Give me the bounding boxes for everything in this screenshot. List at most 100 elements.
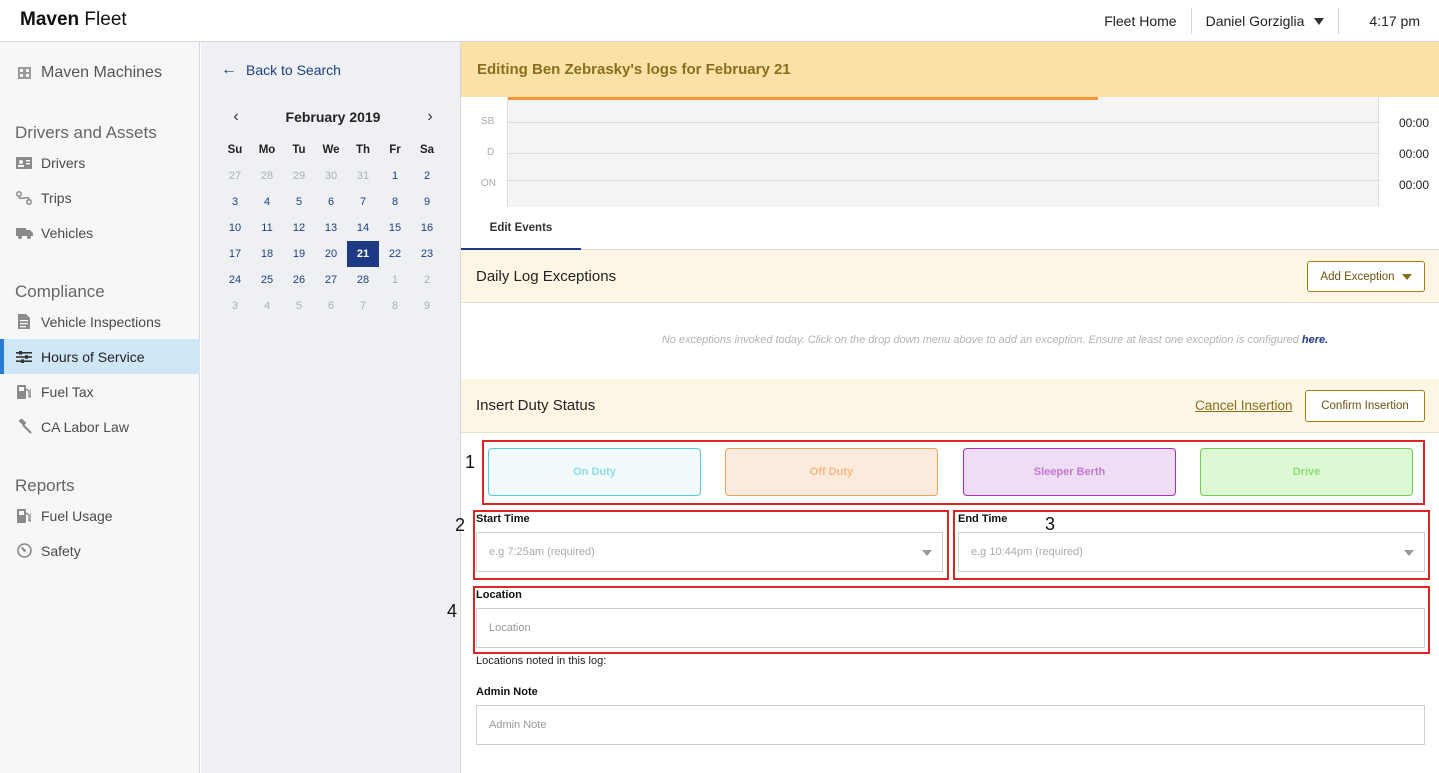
arrow-left-icon: ← xyxy=(221,61,237,78)
calendar-day[interactable]: 28 xyxy=(347,267,379,293)
sidebar-item-fuel-usage[interactable]: Fuel Usage xyxy=(0,498,200,533)
cancel-insertion-link[interactable]: Cancel Insertion xyxy=(1195,398,1293,413)
calendar-day[interactable]: 19 xyxy=(283,241,315,267)
calendar-day[interactable]: 14 xyxy=(347,215,379,241)
sidebar-item-vehicle-inspections[interactable]: Vehicle Inspections xyxy=(0,304,200,339)
back-to-search-link[interactable]: ← Back to Search xyxy=(221,61,341,79)
calendar-day[interactable]: 6 xyxy=(315,189,347,215)
calendar-day[interactable]: 8 xyxy=(379,189,411,215)
calendar-day[interactable]: 24 xyxy=(219,267,251,293)
fleet-home-link[interactable]: Fleet Home xyxy=(1090,8,1190,34)
admin-note-input[interactable] xyxy=(476,705,1425,745)
annotation-number: 2 xyxy=(455,515,466,535)
calendar-day[interactable]: 11 xyxy=(251,215,283,241)
annotation-number: 1 xyxy=(465,452,476,472)
sidebar: Maven Machines Drivers and Assets Driver… xyxy=(0,42,200,773)
calendar-day[interactable]: 3 xyxy=(219,189,251,215)
graph-row-total: 00:00 xyxy=(1398,147,1429,161)
chevron-right-icon[interactable]: › xyxy=(415,108,445,126)
calendar-day[interactable]: 10 xyxy=(219,215,251,241)
calendar-day[interactable]: 9 xyxy=(411,293,443,319)
calendar-dow: Sa xyxy=(419,144,435,156)
calendar-day[interactable]: 1 xyxy=(379,267,411,293)
duty-line xyxy=(508,97,1098,100)
calendar-day[interactable]: 2 xyxy=(411,163,443,189)
duty-status-graph: SB D ON 00:00 00:00 00:00 xyxy=(461,97,1439,207)
sidebar-item-label: Fuel Usage xyxy=(41,507,113,524)
calendar-day[interactable]: 23 xyxy=(411,241,443,267)
sidebar-item-trips[interactable]: Trips xyxy=(0,180,200,215)
location-label: Location xyxy=(476,589,522,601)
calendar-day[interactable]: 22 xyxy=(379,241,411,267)
sidebar-section-heading: Reports xyxy=(15,476,75,495)
sleeper-berth-button[interactable]: Sleeper Berth xyxy=(963,448,1176,496)
start-time-select[interactable]: e.g 7:25am (required) xyxy=(476,532,943,572)
calendar-dow: Fr xyxy=(389,144,401,156)
calendar-day[interactable]: 31 xyxy=(347,163,379,189)
tab-edit-events[interactable]: Edit Events xyxy=(461,207,581,250)
calendar-month: February 2019 xyxy=(285,109,381,125)
add-exception-button[interactable]: Add Exception xyxy=(1307,261,1425,292)
calendar-day[interactable]: 1 xyxy=(379,163,411,189)
calendar-day[interactable]: 7 xyxy=(347,189,379,215)
calendar-day[interactable]: 4 xyxy=(251,189,283,215)
clock-time: 4:17 pm xyxy=(1369,13,1420,29)
calendar-dow-row: Su Mo Tu We Th Fr Sa xyxy=(219,137,443,163)
confirm-insertion-button[interactable]: Confirm Insertion xyxy=(1305,390,1425,422)
sidebar-item-fuel-tax[interactable]: Fuel Tax xyxy=(0,374,200,409)
calendar-day[interactable]: 28 xyxy=(251,163,283,189)
calendar-day[interactable]: 27 xyxy=(315,267,347,293)
calendar-day[interactable]: 29 xyxy=(283,163,315,189)
calendar-day[interactable]: 26 xyxy=(283,267,315,293)
sidebar-item-drivers[interactable]: Drivers xyxy=(0,145,200,180)
calendar-day[interactable]: 25 xyxy=(251,267,283,293)
calendar-day[interactable]: 20 xyxy=(315,241,347,267)
chevron-left-icon[interactable]: ‹ xyxy=(221,108,251,126)
calendar-day[interactable]: 16 xyxy=(411,215,443,241)
sidebar-item-maven-machines[interactable]: Maven Machines xyxy=(0,55,200,90)
calendar-header: ‹ February 2019 › xyxy=(221,106,445,128)
brand-logo[interactable]: Maven Fleet xyxy=(20,9,127,31)
user-menu[interactable]: Daniel Gorziglia xyxy=(1192,8,1339,34)
calendar-day[interactable]: 6 xyxy=(315,293,347,319)
sidebar-item-ca-labor-law[interactable]: CA Labor Law xyxy=(0,409,200,444)
main-panel: Editing Ben Zebrasky's logs for February… xyxy=(447,42,1439,773)
route-icon xyxy=(15,190,33,205)
off-duty-button[interactable]: Off Duty xyxy=(725,448,938,496)
drive-button[interactable]: Drive xyxy=(1200,448,1413,496)
edit-banner: Editing Ben Zebrasky's logs for February… xyxy=(461,42,1439,97)
fuel-pump-icon xyxy=(15,509,33,523)
graph-row-label: D xyxy=(487,147,495,158)
calendar-day[interactable]: 13 xyxy=(315,215,347,241)
calendar-day[interactable]: 3 xyxy=(219,293,251,319)
calendar-grid: Su Mo Tu We Th Fr Sa 27 28 29 30 31 1 2 … xyxy=(219,137,443,319)
calendar-day[interactable]: 30 xyxy=(315,163,347,189)
end-time-label: End Time xyxy=(958,513,1008,525)
end-time-select[interactable]: e.g 10:44pm (required) xyxy=(958,532,1425,572)
calendar-day-selected[interactable]: 21 xyxy=(347,241,379,267)
truck-icon xyxy=(15,226,33,240)
sidebar-item-vehicles[interactable]: Vehicles xyxy=(0,215,200,250)
calendar-day[interactable]: 17 xyxy=(219,241,251,267)
calendar-day[interactable]: 27 xyxy=(219,163,251,189)
calendar-day[interactable]: 5 xyxy=(283,293,315,319)
sidebar-item-safety[interactable]: Safety xyxy=(0,533,200,568)
insert-duty-header: Insert Duty Status Cancel Insertion Conf… xyxy=(461,379,1439,433)
calendar-day[interactable]: 7 xyxy=(347,293,379,319)
calendar-day[interactable]: 18 xyxy=(251,241,283,267)
calendar-day[interactable]: 5 xyxy=(283,189,315,215)
sliders-icon xyxy=(15,350,33,364)
sidebar-item-label: Safety xyxy=(41,542,81,559)
calendar-day[interactable]: 8 xyxy=(379,293,411,319)
configure-exceptions-link[interactable]: here. xyxy=(1302,334,1328,346)
on-duty-button[interactable]: On Duty xyxy=(488,448,701,496)
calendar-day[interactable]: 9 xyxy=(411,189,443,215)
calendar-day[interactable]: 12 xyxy=(283,215,315,241)
location-input[interactable] xyxy=(476,608,1425,648)
calendar-day[interactable]: 4 xyxy=(251,293,283,319)
graph-area[interactable] xyxy=(507,97,1380,207)
sidebar-item-hours-of-service[interactable]: Hours of Service xyxy=(0,339,200,374)
calendar-day[interactable]: 15 xyxy=(379,215,411,241)
sidebar-item-label: Vehicles xyxy=(41,224,94,241)
calendar-day[interactable]: 2 xyxy=(411,267,443,293)
